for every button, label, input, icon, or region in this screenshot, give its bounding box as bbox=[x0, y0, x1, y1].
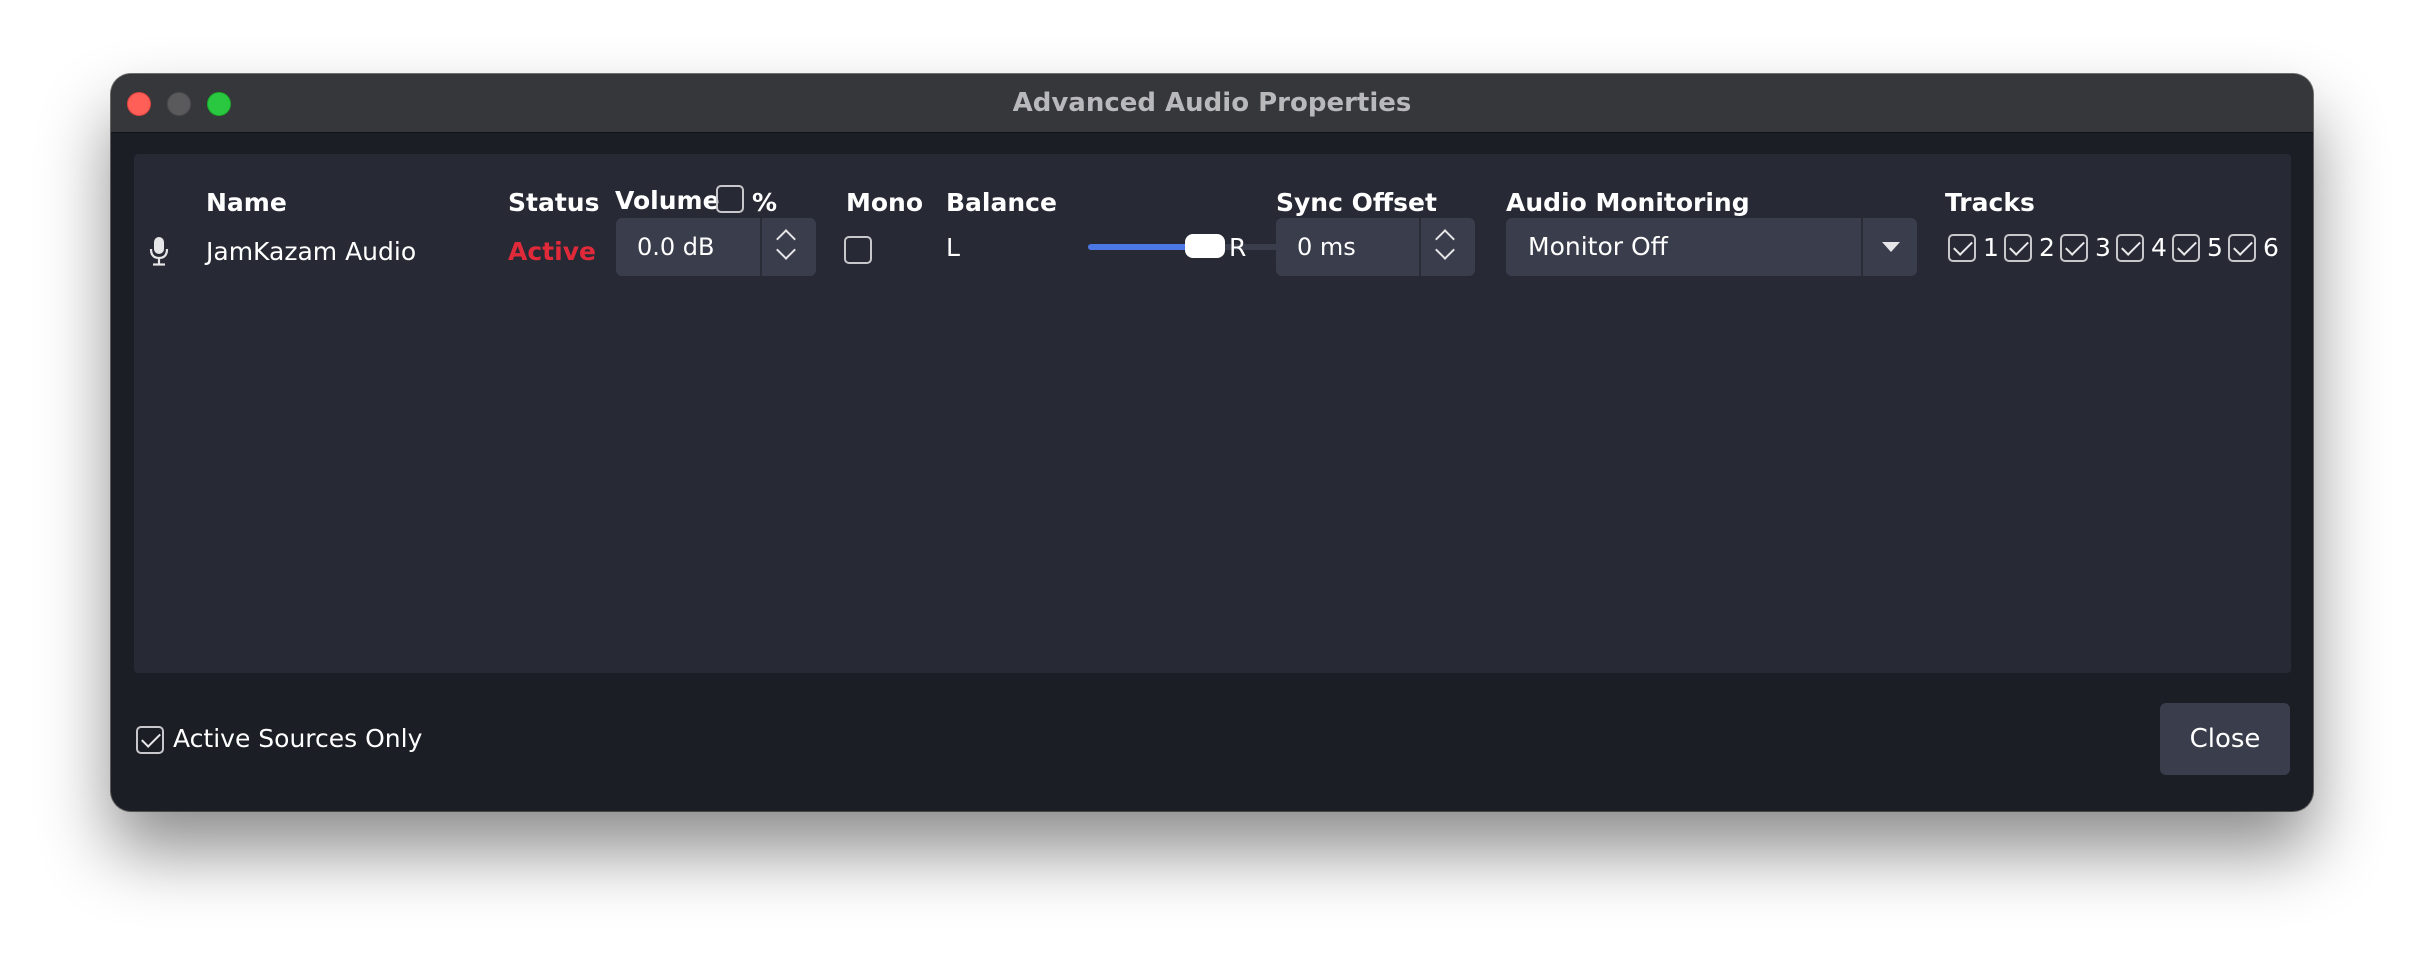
volume-percent-checkbox[interactable] bbox=[716, 185, 744, 213]
chevron-down-icon[interactable] bbox=[1435, 240, 1455, 260]
track-1-checkbox[interactable] bbox=[1948, 234, 1976, 262]
close-button[interactable]: Close bbox=[2160, 703, 2290, 775]
status-badge: Active bbox=[508, 237, 596, 266]
active-sources-only-checkbox[interactable] bbox=[136, 726, 164, 754]
column-header-audio-monitoring: Audio Monitoring bbox=[1506, 188, 1750, 217]
track-2-checkbox[interactable] bbox=[2004, 234, 2032, 262]
source-name: JamKazam Audio bbox=[206, 237, 417, 266]
sync-offset-stepper[interactable]: 0 ms bbox=[1276, 218, 1475, 276]
balance-right-label: R bbox=[1229, 233, 1247, 262]
track-4-label: 4 bbox=[2151, 233, 2167, 262]
window-title: Advanced Audio Properties bbox=[1012, 88, 1412, 118]
track-3-checkbox[interactable] bbox=[2060, 234, 2088, 262]
balance-left-label: L bbox=[946, 233, 960, 262]
column-header-mono: Mono bbox=[846, 188, 924, 217]
sync-offset-stepper-buttons[interactable] bbox=[1419, 218, 1475, 276]
track-2-label: 2 bbox=[2039, 233, 2055, 262]
balance-slider-handle[interactable] bbox=[1185, 234, 1225, 258]
track-3-label: 3 bbox=[2095, 233, 2111, 262]
microphone-icon bbox=[149, 237, 169, 266]
column-header-volume: Volume bbox=[615, 186, 720, 215]
column-header-percent: % bbox=[752, 188, 778, 217]
audio-monitoring-value[interactable]: Monitor Off bbox=[1528, 218, 1668, 276]
chevron-down-icon[interactable] bbox=[776, 240, 796, 260]
track-5-label: 5 bbox=[2207, 233, 2223, 262]
track-4-checkbox[interactable] bbox=[2116, 234, 2144, 262]
title-bar[interactable]: Advanced Audio Properties bbox=[111, 74, 2313, 133]
sources-panel bbox=[134, 154, 2291, 673]
track-5-checkbox[interactable] bbox=[2172, 234, 2200, 262]
track-6-checkbox[interactable] bbox=[2228, 234, 2256, 262]
volume-value[interactable]: 0.0 dB bbox=[637, 218, 715, 276]
column-header-balance: Balance bbox=[946, 188, 1057, 217]
column-header-name: Name bbox=[206, 188, 287, 217]
column-header-status: Status bbox=[508, 188, 600, 217]
active-sources-only-label[interactable]: Active Sources Only bbox=[173, 724, 422, 753]
volume-stepper[interactable]: 0.0 dB bbox=[616, 218, 816, 276]
dropdown-arrow-icon bbox=[1882, 242, 1900, 252]
audio-monitoring-select[interactable]: Monitor Off bbox=[1506, 218, 1917, 276]
column-header-sync-offset: Sync Offset bbox=[1276, 188, 1437, 217]
advanced-audio-properties-window: Advanced Audio Properties Name Status Vo… bbox=[111, 74, 2313, 811]
track-6-label: 6 bbox=[2263, 233, 2279, 262]
column-header-tracks: Tracks bbox=[1945, 188, 2035, 217]
track-1-label: 1 bbox=[1983, 233, 1999, 262]
sync-offset-value[interactable]: 0 ms bbox=[1297, 218, 1356, 276]
volume-stepper-buttons[interactable] bbox=[760, 218, 816, 276]
mono-checkbox[interactable] bbox=[844, 236, 872, 264]
audio-monitoring-dropdown-button[interactable] bbox=[1861, 218, 1917, 276]
